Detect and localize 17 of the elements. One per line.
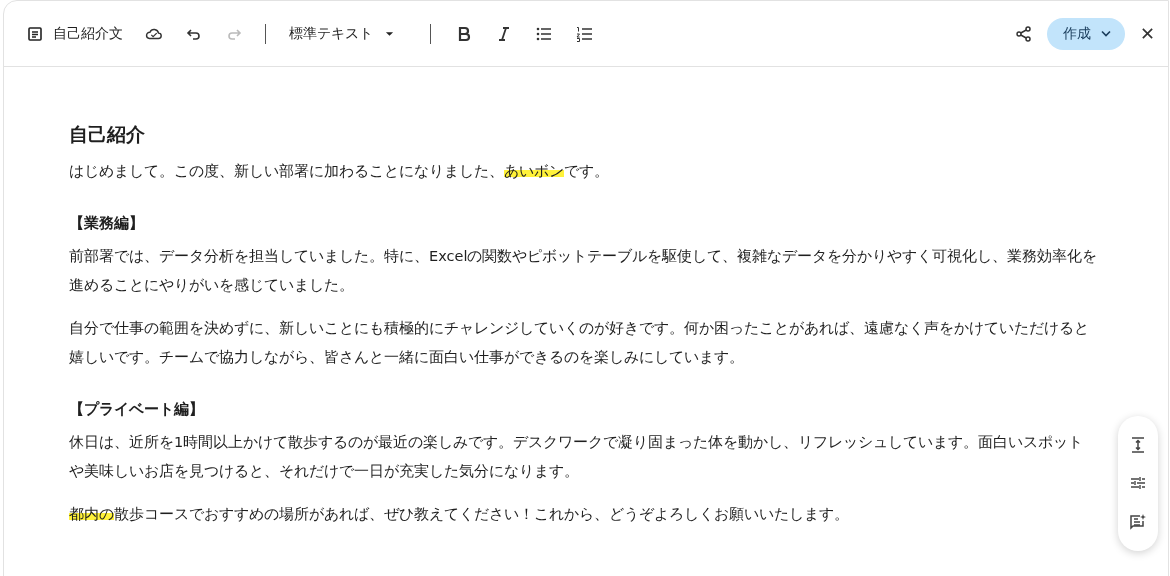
text-style-dropdown[interactable]: 標準テキスト: [283, 20, 400, 47]
close-icon[interactable]: [1141, 27, 1154, 40]
document-heading: 自己紹介: [69, 122, 146, 147]
share-icon[interactable]: [1015, 24, 1033, 43]
numbered-list-icon[interactable]: [575, 24, 593, 43]
document-title[interactable]: 自己紹介文: [53, 24, 123, 43]
section-heading: 【業務編】: [69, 214, 145, 233]
line-spacing-icon[interactable]: [1129, 436, 1147, 455]
create-button[interactable]: 作成: [1047, 17, 1125, 50]
document-icon: [26, 24, 44, 43]
notes-sparkle-icon[interactable]: [1129, 512, 1147, 531]
caret-icon: [385, 30, 394, 37]
chevron-down-icon: [1101, 30, 1111, 37]
paragraph: 休日は、近所を1時間以上かけて散歩するのが最近の楽しみです。デスクワークで凝り固まった体を動かし、リフレッシュしています。面白いスポットや美味しいお店を見つけると、それだけで一日が充実した気分になります。: [69, 433, 1085, 481]
paragraph: 自分で仕事の範囲を決めずに、新しいことにも積極的にチャレンジしていくのが好きです。何か困ったことがあれば、遠慮なく声をかけていただけると嬉しいです。チームで協力しながら、皆さんと一緒に面白い仕事ができるのを楽しみにしています。: [69, 319, 1090, 367]
section-heading: 【プライベート編】: [69, 400, 205, 419]
paragraph: 前部署では、データ分析を担当していました。特に、Excelの関数やピボットテーブルを駆使して、複雑なデータを分かりやすく可視化し、業務効率化を進めることにやりがいを感じていました。: [69, 247, 1098, 295]
